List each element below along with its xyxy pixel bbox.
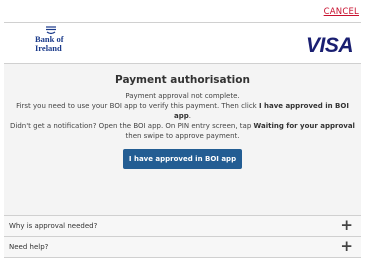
top-bar: CANCEL — [0, 0, 365, 22]
accordion-label: Need help? — [9, 243, 49, 251]
status-message: Payment approval not complete. — [125, 92, 240, 100]
brand-bar: Bank of Ireland VISA — [4, 22, 361, 64]
bank-name-line2: Ireland — [35, 42, 62, 53]
accordion-item-why-approval[interactable]: Why is approval needed? + — [4, 216, 361, 237]
panel-spacer — [4, 182, 361, 215]
cancel-link[interactable]: CANCEL — [324, 7, 359, 17]
instruction-text: First you need to use your BOI app to ve… — [16, 102, 349, 120]
accordion-item-need-help[interactable]: Need help? + — [4, 237, 361, 258]
help-text: Didn't get a notification? Open the BOI … — [10, 122, 355, 140]
approve-button[interactable]: I have approved in BOI app — [122, 149, 243, 169]
authorisation-panel: Payment authorisation Payment approval n… — [4, 64, 361, 182]
plus-icon[interactable]: + — [340, 239, 353, 254]
plus-icon[interactable]: + — [340, 218, 353, 233]
accordion: Why is approval needed? + Need help? + — [4, 215, 361, 258]
bank-of-ireland-logo: Bank of Ireland — [34, 26, 68, 60]
accordion-label: Why is approval needed? — [9, 222, 98, 230]
page-title: Payment authorisation — [115, 74, 250, 86]
visa-logo: VISA — [305, 34, 354, 57]
